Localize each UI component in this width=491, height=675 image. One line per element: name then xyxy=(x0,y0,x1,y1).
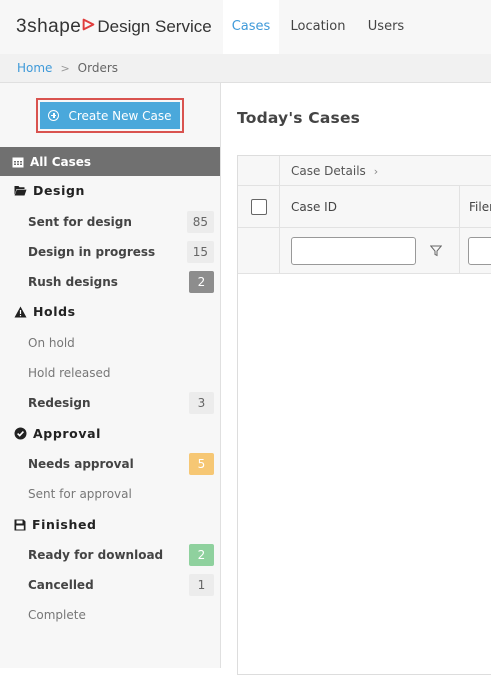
brand-prefix: 3shape xyxy=(16,16,82,37)
folder-open-icon xyxy=(14,186,27,196)
sidebar-item-ready-for-download[interactable]: Ready for download 2 xyxy=(28,544,214,566)
sidebar-item-label: Sent for approval xyxy=(28,487,132,501)
select-all-checkbox[interactable] xyxy=(251,199,267,215)
sidebar-item-sent-for-design[interactable]: Sent for design 85 xyxy=(28,211,214,233)
case-details-label: Case Details xyxy=(291,164,366,178)
count-badge: 5 xyxy=(189,453,214,475)
triangle-logo-icon xyxy=(82,18,95,30)
section-approval: Approval xyxy=(14,426,101,441)
column-header-case-id[interactable]: Case ID xyxy=(291,200,337,214)
sidebar-item-cancelled[interactable]: Cancelled 1 xyxy=(28,574,214,596)
save-icon xyxy=(14,519,26,530)
section-finished-title: Finished xyxy=(32,517,97,532)
plus-circle-icon xyxy=(48,110,60,121)
section-holds-title: Holds xyxy=(33,304,76,319)
sidebar-item-hold-released[interactable]: Hold released xyxy=(28,362,214,384)
calendar-icon xyxy=(12,157,24,167)
case-details-group[interactable]: Case Details › xyxy=(291,164,378,178)
grid-group-header: Case Details › xyxy=(238,156,491,186)
section-design: Design xyxy=(14,183,85,198)
case-id-filter-input[interactable] xyxy=(291,237,416,265)
sidebar-item-label: On hold xyxy=(28,336,75,350)
sidebar-item-label: Ready for download xyxy=(28,548,164,562)
sidebar-item-label: Cancelled xyxy=(28,578,94,592)
sidebar-item-sent-for-approval[interactable]: Sent for approval xyxy=(28,483,214,505)
sidebar-item-complete[interactable]: Complete xyxy=(28,604,214,626)
section-design-title: Design xyxy=(33,183,86,198)
count-badge: 3 xyxy=(189,392,214,414)
page-title: Today's Cases xyxy=(237,109,361,127)
section-approval-title: Approval xyxy=(33,426,101,441)
check-circle-icon xyxy=(14,427,27,440)
sidebar-item-rush-designs[interactable]: Rush designs 2 xyxy=(28,271,214,293)
count-badge: 85 xyxy=(186,211,214,233)
top-nav: 3shape Design Service Cases Location Use… xyxy=(0,0,491,54)
tab-users[interactable]: Users xyxy=(358,0,414,54)
sidebar-item-label: Complete xyxy=(28,608,86,622)
sidebar: Create New Case All Cases Design Sent fo… xyxy=(0,83,221,668)
sidebar-item-label: Needs approval xyxy=(28,457,134,471)
cases-grid: Case Details › Case ID Filen xyxy=(237,155,491,675)
sidebar-item-label: Hold released xyxy=(28,366,111,380)
sidebar-item-label: Redesign xyxy=(28,396,91,410)
breadcrumb: Home > Orders xyxy=(0,54,491,83)
sidebar-item-label: Design in progress xyxy=(28,245,156,259)
column-divider xyxy=(279,156,280,274)
breadcrumb-home-link[interactable]: Home xyxy=(17,61,52,75)
sidebar-item-design-in-progress[interactable]: Design in progress 15 xyxy=(28,241,214,263)
breadcrumb-separator: > xyxy=(60,61,70,75)
sidebar-item-on-hold[interactable]: On hold xyxy=(28,332,214,354)
section-finished: Finished xyxy=(14,517,97,532)
chevron-right-icon: › xyxy=(373,164,379,178)
tab-location[interactable]: Location xyxy=(282,0,354,54)
count-badge: 2 xyxy=(189,544,214,566)
sidebar-item-redesign[interactable]: Redesign 3 xyxy=(28,392,214,414)
warning-icon xyxy=(14,306,27,317)
breadcrumb-current: Orders xyxy=(77,61,119,75)
filename-filter-input[interactable] xyxy=(468,237,491,265)
filter-funnel-icon[interactable] xyxy=(430,245,442,257)
count-badge: 2 xyxy=(189,271,214,293)
create-button-label: Create New Case xyxy=(68,108,172,123)
count-badge: 1 xyxy=(189,574,214,596)
sidebar-item-label: Sent for design xyxy=(28,215,132,229)
brand-logo[interactable]: 3shape Design Service xyxy=(16,14,212,40)
grid-filter-row xyxy=(238,228,491,274)
grid-column-header: Case ID Filen xyxy=(238,186,491,228)
sidebar-item-all-cases[interactable]: All Cases xyxy=(0,147,220,176)
brand-suffix: Design Service xyxy=(97,17,212,36)
column-header-filename[interactable]: Filen xyxy=(469,200,491,214)
count-badge: 15 xyxy=(186,241,214,263)
all-cases-label: All Cases xyxy=(30,154,92,169)
tab-cases[interactable]: Cases xyxy=(223,0,279,54)
column-divider xyxy=(459,186,460,274)
sidebar-item-needs-approval[interactable]: Needs approval 5 xyxy=(28,453,214,475)
create-new-case-button[interactable]: Create New Case xyxy=(40,102,180,129)
section-holds: Holds xyxy=(14,304,76,319)
create-button-highlight: Create New Case xyxy=(36,98,184,133)
sidebar-item-label: Rush designs xyxy=(28,275,118,289)
